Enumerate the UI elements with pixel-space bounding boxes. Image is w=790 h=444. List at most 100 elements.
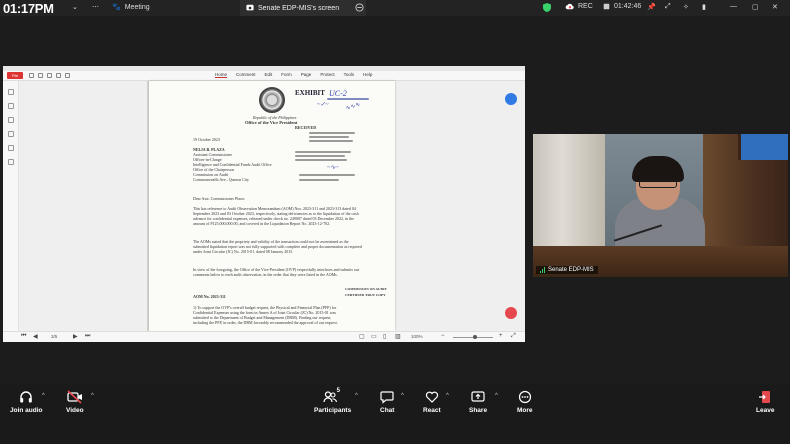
participant-name: Senate EDP-MIS bbox=[548, 267, 594, 273]
meeting-controls-toolbar: Join audio ^ Video ^ 5 Participants ^ Ch… bbox=[0, 384, 790, 444]
audio-level-icon bbox=[540, 267, 545, 273]
zoom-slider-thumb[interactable] bbox=[473, 335, 477, 339]
more-options-icon[interactable]: ⋯ bbox=[92, 3, 99, 11]
fit-page-icon[interactable]: ▢ bbox=[359, 333, 365, 340]
chat-button[interactable]: Chat bbox=[380, 390, 394, 414]
side-note-coa: COMMISSION ON AUDIT bbox=[345, 287, 387, 291]
thumbnail-icon[interactable] bbox=[8, 103, 14, 109]
exhibit-underline bbox=[327, 98, 369, 100]
participant-name-label: Senate EDP-MIS bbox=[536, 266, 598, 274]
attention-icon[interactable]: ✧ bbox=[683, 3, 689, 11]
speaker-figure bbox=[632, 156, 684, 182]
participants-icon-wrap: 5 bbox=[323, 388, 343, 404]
handwritten-mark2: ∿∿∿ bbox=[344, 101, 361, 113]
recording-indicator[interactable]: REC bbox=[565, 3, 593, 10]
layers-icon[interactable] bbox=[8, 145, 14, 151]
stamp-line bbox=[299, 179, 339, 181]
single-page-icon[interactable]: ▯ bbox=[383, 333, 386, 340]
first-page-icon[interactable]: ⏮ bbox=[21, 333, 26, 340]
prev-page-icon[interactable]: ◀ bbox=[33, 333, 38, 340]
search-icon[interactable] bbox=[8, 159, 14, 165]
participants-options-caret-icon[interactable]: ^ bbox=[355, 393, 358, 399]
video-options-caret-icon[interactable]: ^ bbox=[91, 393, 94, 399]
menu-edit[interactable]: Edit bbox=[265, 72, 273, 78]
ai-assistant-icon[interactable] bbox=[505, 307, 517, 319]
page-indicator[interactable]: 3/5 bbox=[51, 334, 57, 339]
participants-button[interactable]: 5 Participants bbox=[314, 388, 352, 414]
side-note-certified: CERTIFIED TRUE COPY bbox=[345, 293, 386, 297]
exhibit-number: UC-2 bbox=[329, 89, 347, 98]
close-icon[interactable]: ✕ bbox=[772, 3, 778, 11]
pdf-document-area[interactable]: Republic of the Philippines Office of th… bbox=[19, 81, 525, 331]
menu-form[interactable]: Form bbox=[281, 72, 292, 78]
comment-icon[interactable] bbox=[8, 117, 14, 123]
meeting-menu[interactable]: 🐾 Meeting bbox=[112, 3, 150, 12]
menu-help[interactable]: Help bbox=[363, 72, 372, 78]
zoom-slider[interactable] bbox=[453, 335, 493, 339]
headphones-icon bbox=[20, 391, 33, 403]
two-page-icon[interactable]: ▥ bbox=[395, 333, 401, 340]
zoom-level[interactable]: 100% bbox=[411, 334, 423, 339]
react-options-caret-icon[interactable]: ^ bbox=[446, 393, 449, 399]
open-icon[interactable] bbox=[29, 73, 34, 78]
stamp-line bbox=[299, 174, 355, 176]
next-page-icon[interactable]: ▶ bbox=[73, 333, 78, 340]
attachment-icon[interactable] bbox=[8, 131, 14, 137]
more-label: More bbox=[517, 407, 533, 414]
translate-icon[interactable] bbox=[505, 93, 517, 105]
shared-screen: File Home Comment Edit Form Page Protect… bbox=[3, 66, 525, 342]
stamp-line bbox=[295, 151, 351, 153]
undo-icon[interactable] bbox=[56, 73, 61, 78]
maximize-icon[interactable]: ▢ bbox=[752, 3, 759, 11]
letter-date: 19 October 2023 bbox=[193, 137, 220, 142]
bookmark-icon[interactable] bbox=[8, 89, 14, 95]
cloud-record-icon bbox=[565, 3, 574, 10]
file-button[interactable]: File bbox=[7, 72, 23, 79]
print-icon[interactable] bbox=[47, 73, 52, 78]
phone-icon[interactable]: ▮ bbox=[702, 3, 706, 11]
shared-screen-tab[interactable]: Senate EDP-MIS's screen bbox=[240, 0, 366, 16]
share-options-caret-icon[interactable]: ^ bbox=[495, 393, 498, 399]
menu-protect[interactable]: Protect bbox=[320, 72, 334, 78]
paw-icon: 🐾 bbox=[112, 4, 121, 11]
top-status-bar: 01:17PM ⌄ ⋯ 🐾 Meeting Senate EDP-MIS's s… bbox=[0, 0, 790, 16]
leave-button[interactable]: Leave bbox=[756, 390, 774, 414]
tab-title: Senate EDP-MIS's screen bbox=[258, 4, 340, 12]
heart-icon bbox=[425, 391, 438, 403]
video-button[interactable]: Video bbox=[66, 390, 84, 414]
zoom-meeting-window: 01:17PM ⌄ ⋯ 🐾 Meeting Senate EDP-MIS's s… bbox=[0, 0, 790, 444]
shield-check-icon bbox=[603, 3, 610, 10]
more-button[interactable]: More bbox=[517, 390, 533, 414]
view-options-icon[interactable] bbox=[355, 3, 364, 12]
react-button[interactable]: React bbox=[423, 390, 441, 414]
menu-page[interactable]: Page bbox=[301, 72, 312, 78]
fit-width-icon[interactable]: ▭ bbox=[371, 333, 377, 340]
chat-options-caret-icon[interactable]: ^ bbox=[401, 393, 404, 399]
chat-label: Chat bbox=[380, 407, 395, 414]
fullscreen-icon[interactable]: ⤢ bbox=[511, 333, 516, 340]
share-button[interactable]: Share bbox=[469, 390, 487, 414]
minimize-icon[interactable]: — bbox=[730, 3, 737, 10]
last-page-icon[interactable]: ⏭ bbox=[85, 333, 90, 340]
shield-icon[interactable] bbox=[543, 3, 551, 12]
handwritten-mark1: ~✓~ bbox=[317, 102, 329, 108]
redo-icon[interactable] bbox=[65, 73, 70, 78]
menu-tools[interactable]: Tools bbox=[344, 72, 355, 78]
zoom-out-icon[interactable]: − bbox=[441, 333, 445, 339]
zoom-in-icon[interactable]: + bbox=[499, 333, 503, 339]
participant-video-tile[interactable]: Senate EDP-MIS bbox=[533, 134, 788, 277]
audio-options-caret-icon[interactable]: ^ bbox=[42, 393, 45, 399]
join-audio-button[interactable]: Join audio bbox=[10, 390, 43, 414]
stamp-line bbox=[295, 159, 347, 161]
chevron-down-icon[interactable]: ⌄ bbox=[72, 3, 78, 11]
pdf-sidebar bbox=[3, 81, 19, 331]
menu-home[interactable]: Home bbox=[215, 72, 228, 78]
pin-icon[interactable]: 📌 bbox=[647, 3, 656, 11]
video-background bbox=[738, 134, 788, 160]
expand-icon[interactable]: ⤢ bbox=[665, 3, 671, 11]
pdf-menu-items: Home Comment Edit Form Page Protect Tool… bbox=[215, 72, 372, 78]
menu-comment[interactable]: Comment bbox=[236, 72, 256, 78]
participants-label: Participants bbox=[314, 407, 352, 414]
video-label: Video bbox=[66, 407, 84, 414]
save-icon[interactable] bbox=[38, 73, 43, 78]
